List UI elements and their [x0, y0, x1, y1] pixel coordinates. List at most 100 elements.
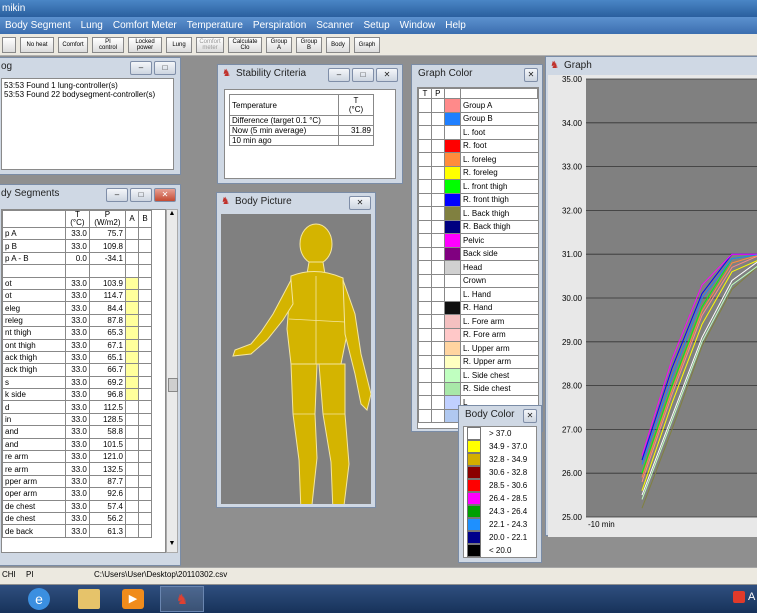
- table-row[interactable]: p A 33.0 75.7: [2, 226, 152, 241]
- graph-color-t-checkbox[interactable]: [418, 219, 432, 234]
- graph-color-row[interactable]: L. foot: [418, 125, 538, 140]
- close-button[interactable]: ✕: [349, 196, 371, 210]
- graph-color-p-checkbox[interactable]: [430, 260, 445, 275]
- media-player-icon[interactable]: ▶: [122, 589, 144, 609]
- minimize-button[interactable]: –: [328, 68, 350, 82]
- graph-color-swatch[interactable]: [443, 260, 461, 275]
- segment-group-b-cell[interactable]: [138, 375, 152, 390]
- graph-color-row[interactable]: Back side: [418, 246, 538, 261]
- graph-color-swatch[interactable]: [443, 179, 461, 194]
- segment-group-b-cell[interactable]: [138, 326, 152, 340]
- segment-group-a-cell[interactable]: [125, 499, 139, 514]
- table-row[interactable]: oper arm 33.0 92.6: [2, 487, 152, 501]
- segment-group-a-cell[interactable]: [125, 326, 139, 340]
- segment-group-b-cell[interactable]: [138, 388, 152, 402]
- toolbar-button[interactable]: Comfort: [58, 36, 88, 53]
- scroll-up-arrow-icon[interactable]: ▲: [167, 210, 177, 222]
- graph-color-t-checkbox[interactable]: [418, 260, 432, 275]
- graph-color-row[interactable]: L. foreleg: [418, 152, 538, 167]
- table-row[interactable]: re arm 33.0 132.5: [2, 462, 152, 476]
- graph-color-row[interactable]: L. Hand: [418, 287, 538, 302]
- graph-color-swatch[interactable]: [443, 273, 461, 288]
- table-row[interactable]: [2, 264, 152, 278]
- table-row[interactable]: s 33.0 69.2: [2, 375, 152, 390]
- graph-color-p-checkbox[interactable]: [430, 341, 445, 356]
- graph-color-p-checkbox[interactable]: [430, 233, 445, 248]
- segment-group-b-cell[interactable]: [138, 462, 152, 476]
- table-row[interactable]: pper arm 33.0 87.7: [2, 474, 152, 489]
- segment-group-a-cell[interactable]: [125, 264, 139, 278]
- tray-shield-icon[interactable]: [733, 591, 745, 603]
- segment-group-a-cell[interactable]: [125, 450, 139, 464]
- graph-color-t-checkbox[interactable]: [418, 395, 432, 410]
- graph-color-row[interactable]: L. front thigh: [418, 179, 538, 194]
- graph-color-t-checkbox[interactable]: [418, 138, 432, 153]
- graph-color-t-checkbox[interactable]: [418, 179, 432, 194]
- graph-color-p-checkbox[interactable]: [430, 408, 445, 423]
- table-row[interactable]: ack thigh 33.0 65.1: [2, 350, 152, 365]
- graph-color-swatch[interactable]: [443, 287, 461, 302]
- graph-color-row[interactable]: R. front thigh: [418, 192, 538, 207]
- graph-color-t-checkbox[interactable]: [418, 287, 432, 302]
- graph-color-p-checkbox[interactable]: [430, 327, 445, 342]
- graph-color-t-checkbox[interactable]: [418, 354, 432, 369]
- graph-color-row[interactable]: Group A: [418, 98, 538, 113]
- graph-color-t-checkbox[interactable]: [418, 206, 432, 221]
- close-button[interactable]: ✕: [154, 188, 176, 202]
- graph-color-swatch[interactable]: [443, 314, 461, 329]
- graph-color-row[interactable]: Head: [418, 260, 538, 275]
- toolbar-button[interactable]: Group B: [296, 36, 322, 53]
- segments-scrollbar[interactable]: ▲ ▼: [166, 209, 178, 553]
- table-row[interactable]: de back 33.0 61.3: [2, 524, 152, 538]
- segment-group-b-cell[interactable]: [138, 425, 152, 439]
- graph-color-t-checkbox[interactable]: [418, 341, 432, 356]
- graph-color-p-checkbox[interactable]: [430, 138, 445, 153]
- graph-color-row[interactable]: L. Back thigh: [418, 206, 538, 221]
- segment-group-b-cell[interactable]: [138, 264, 152, 278]
- segment-group-a-cell[interactable]: [125, 511, 139, 526]
- graph-color-t-checkbox[interactable]: [418, 327, 432, 342]
- graph-color-t-checkbox[interactable]: [418, 381, 432, 396]
- table-row[interactable]: and 33.0 58.8: [2, 425, 152, 439]
- segment-group-a-cell[interactable]: [125, 313, 139, 328]
- segment-group-b-cell[interactable]: [138, 363, 152, 377]
- segment-group-a-cell[interactable]: [125, 251, 139, 266]
- toolbar-button[interactable]: [2, 36, 16, 53]
- segment-group-a-cell[interactable]: [125, 288, 139, 303]
- graph-color-swatch[interactable]: [443, 125, 461, 140]
- graph-color-p-checkbox[interactable]: [430, 206, 445, 221]
- segment-group-a-cell[interactable]: [125, 350, 139, 365]
- graph-color-swatch[interactable]: [443, 165, 461, 180]
- graph-color-t-checkbox[interactable]: [418, 314, 432, 329]
- graph-color-p-checkbox[interactable]: [430, 246, 445, 261]
- mikin-taskbar-icon[interactable]: ♞: [160, 586, 204, 612]
- segment-group-a-cell[interactable]: [125, 363, 139, 377]
- graph-color-t-checkbox[interactable]: [418, 246, 432, 261]
- graph-color-t-checkbox[interactable]: [418, 111, 432, 126]
- scroll-thumb[interactable]: [168, 378, 178, 392]
- segment-group-b-cell[interactable]: [138, 288, 152, 303]
- graph-color-t-checkbox[interactable]: [418, 233, 432, 248]
- segment-group-a-cell[interactable]: [125, 400, 139, 414]
- menu-item[interactable]: Temperature: [182, 17, 248, 34]
- minimize-button[interactable]: –: [130, 61, 152, 75]
- segment-group-b-cell[interactable]: [138, 437, 152, 452]
- segment-group-b-cell[interactable]: [138, 412, 152, 427]
- graph-color-p-checkbox[interactable]: [430, 165, 445, 180]
- table-row[interactable]: d 33.0 112.5: [2, 400, 152, 414]
- graph-color-p-checkbox[interactable]: [430, 98, 445, 113]
- segment-group-a-cell[interactable]: [125, 462, 139, 476]
- segment-group-b-cell[interactable]: [138, 400, 152, 414]
- toolbar-button[interactable]: Group A: [266, 36, 292, 53]
- toolbar-button[interactable]: No heat: [20, 36, 54, 53]
- table-row[interactable]: k side 33.0 96.8: [2, 388, 152, 402]
- toolbar-button[interactable]: Comfort meter: [196, 36, 224, 53]
- segment-group-b-cell[interactable]: [138, 239, 152, 253]
- log-text-area[interactable]: 53:53 Found 1 lung-controller(s) 53:53 Fo…: [1, 78, 174, 170]
- segment-group-b-cell[interactable]: [138, 301, 152, 315]
- segment-group-b-cell[interactable]: [138, 450, 152, 464]
- graph-color-swatch[interactable]: [443, 381, 461, 396]
- table-row[interactable]: de chest 33.0 56.2: [2, 511, 152, 526]
- menu-item[interactable]: Help: [440, 17, 471, 34]
- graph-color-p-checkbox[interactable]: [430, 219, 445, 234]
